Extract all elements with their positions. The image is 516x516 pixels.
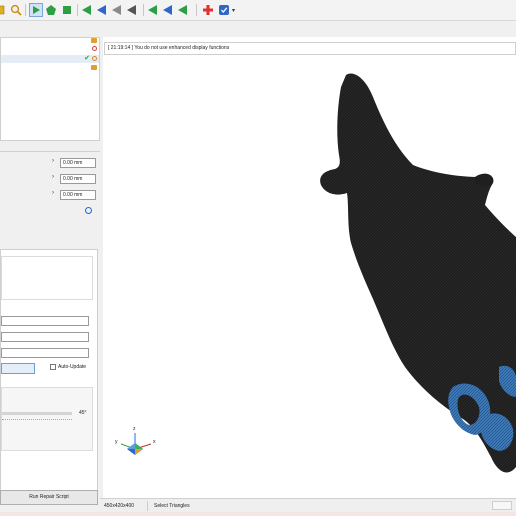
update-button[interactable] [1, 363, 35, 374]
square-icon[interactable] [61, 4, 73, 16]
parameter-field[interactable] [1, 332, 89, 342]
run-repair-script-button[interactable]: Run Repair Script [0, 490, 98, 505]
offset-y-field[interactable]: 0.00 mm [60, 174, 96, 184]
status-progress [492, 501, 512, 510]
triangle-select-icon[interactable] [126, 4, 138, 16]
parameter-field[interactable] [1, 316, 89, 326]
axis-z-label: z [133, 426, 136, 432]
list-item[interactable]: ✔ [1, 55, 99, 63]
auto-update-checkbox[interactable] [50, 364, 56, 370]
status-bar: 450x420x400 Select Triangles [100, 498, 516, 513]
info-icon[interactable] [85, 207, 92, 214]
list-item[interactable] [1, 65, 99, 72]
triangle-select-icon[interactable] [177, 4, 189, 16]
chevron-right-icon[interactable]: › [52, 190, 54, 196]
auto-update-label: Auto-Update [58, 364, 87, 370]
settings-icon[interactable] [218, 4, 230, 16]
parameter-field[interactable] [1, 348, 89, 358]
3d-viewport[interactable]: z x y [103, 37, 516, 498]
triangle-select-icon[interactable] [96, 4, 108, 16]
parts-list: ✔ [0, 37, 100, 141]
main-toolbar: ▾ [0, 0, 516, 21]
close-icon[interactable] [92, 46, 97, 51]
angle-value: 45° [79, 410, 87, 416]
folder-icon [91, 65, 97, 70]
list-item[interactable] [1, 46, 99, 53]
triangle-select-icon[interactable] [147, 4, 159, 16]
left-panel: ✔ › 0.00 mm › 0.00 mm › 0.00 mm Auto-Upd… [0, 37, 100, 512]
chevron-right-icon[interactable]: › [52, 158, 54, 164]
chevron-right-icon[interactable]: › [52, 174, 54, 180]
mesh-ear [475, 173, 494, 186]
select-arrow-icon[interactable] [29, 3, 43, 17]
angle-group: 45° [1, 387, 93, 451]
mesh-view[interactable] [103, 37, 516, 498]
axis-x-label: x [153, 439, 156, 445]
taskbar-strip [0, 512, 516, 516]
status-dimensions: 450x420x400 [104, 503, 135, 509]
description-box [1, 256, 93, 300]
chevron-down-icon[interactable]: ▾ [232, 7, 235, 14]
repair-tool-panel: Auto-Update 45° [0, 249, 98, 493]
triangle-select-icon[interactable] [111, 4, 123, 16]
magnifier-icon[interactable] [10, 4, 22, 16]
angle-slider[interactable] [2, 412, 72, 415]
triangle-select-icon[interactable] [162, 4, 174, 16]
check-icon: ✔ [84, 55, 90, 62]
status-divider [147, 501, 148, 511]
axis-y-label: y [115, 439, 118, 445]
add-plus-icon[interactable] [202, 4, 214, 16]
slider-ticks [2, 419, 72, 422]
axis-gizmo [120, 433, 152, 455]
triangle-select-icon[interactable] [81, 4, 93, 16]
close-icon[interactable] [92, 56, 97, 61]
offset-x-field[interactable]: 0.00 mm [60, 158, 96, 168]
folder-icon [91, 38, 97, 43]
list-item[interactable] [1, 38, 99, 45]
message-bar: [ 21:19:14 ] You do not use enhanced dis… [104, 42, 516, 55]
offset-group: › 0.00 mm › 0.00 mm › 0.00 mm [0, 151, 100, 218]
offset-z-field[interactable]: 0.00 mm [60, 190, 96, 200]
status-mode: Select Triangles [154, 503, 190, 509]
pentagon-icon[interactable] [45, 4, 57, 16]
